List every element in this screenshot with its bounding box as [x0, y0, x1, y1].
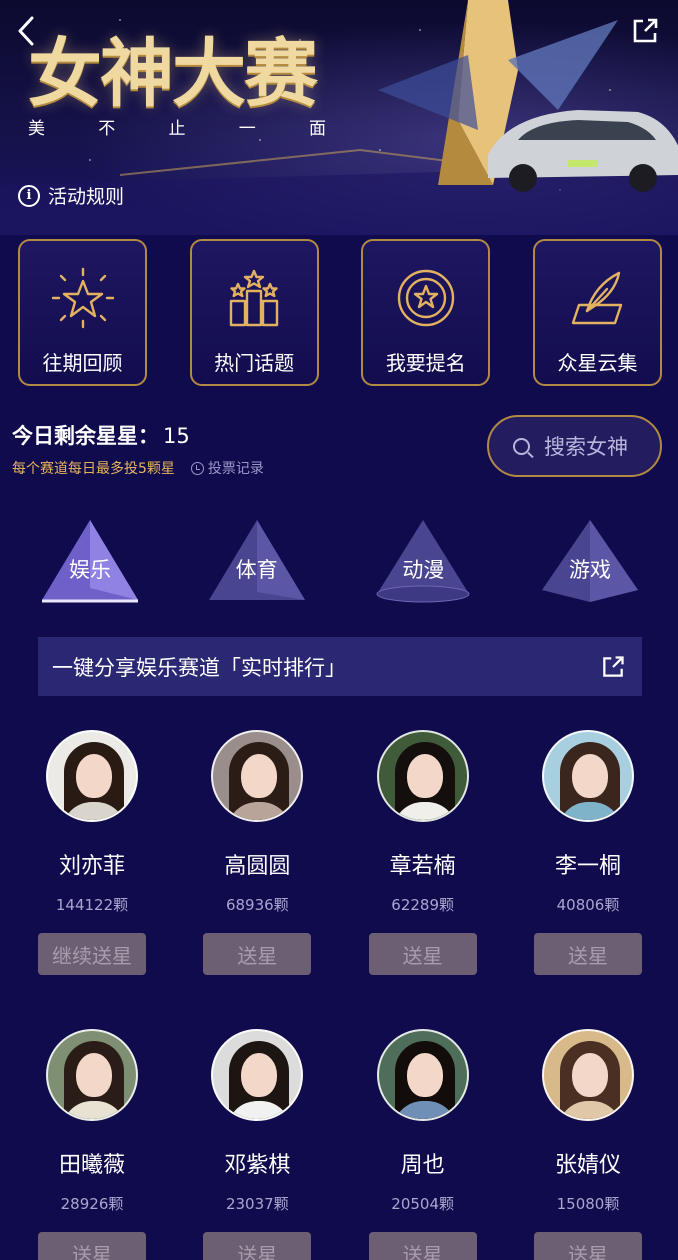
- share-external-icon[interactable]: [600, 654, 626, 680]
- send-star-button[interactable]: 送星: [38, 1232, 146, 1260]
- remaining-stars-info: 今日剩余星星： 15 每个赛道每日最多投5颗星 投票记录: [12, 420, 264, 478]
- starburst-icon: [51, 267, 114, 329]
- star-car-artwork: [378, 0, 678, 192]
- menu-item-past-review[interactable]: 往期回顾: [18, 239, 147, 386]
- search-goddess-input[interactable]: 搜索女神: [487, 415, 662, 477]
- star-count: 23037颗: [225, 1195, 289, 1213]
- activity-rules-label: 活动规则: [48, 186, 125, 208]
- avatar[interactable]: [46, 730, 138, 822]
- contestant-card: 刘亦菲 144122颗 继续送星: [38, 730, 146, 975]
- avatar[interactable]: [541, 1029, 634, 1121]
- avatar[interactable]: [46, 1029, 138, 1121]
- menu-item-label: 众星云集: [557, 351, 638, 375]
- quill-icon: [572, 271, 623, 325]
- event-title: 女神大赛: [28, 31, 318, 117]
- page: 女神大赛 美 不 止 一 面 i 活动规则 往期回顾 热门话题 我要提名 众星云…: [0, 0, 678, 1260]
- star-badge-icon: [397, 269, 455, 327]
- menu-item-label: 往期回顾: [42, 351, 123, 375]
- contestant-name: 张婧仪: [554, 1153, 621, 1178]
- tab-label: 游戏: [568, 558, 611, 582]
- star-count: 68936颗: [225, 896, 289, 914]
- contestant-card: 周也 20504颗 送星: [368, 1029, 477, 1260]
- send-star-button[interactable]: 继续送星: [38, 933, 146, 975]
- star-count: 40806颗: [556, 896, 620, 914]
- send-star-button[interactable]: 送星: [368, 933, 477, 975]
- star-count: 15080颗: [556, 1195, 620, 1213]
- category-tabs: 娱乐 体育 动漫 游戏: [40, 518, 640, 604]
- star-count: 144122颗: [55, 896, 129, 914]
- vote-record-link[interactable]: 投票记录: [190, 458, 264, 478]
- remaining-stars-label: 今日剩余星星：: [12, 424, 159, 448]
- menu-item-nominate[interactable]: 我要提名: [361, 239, 491, 386]
- share-ranking-label: 一键分享娱乐赛道「实时排行」: [52, 655, 346, 680]
- contestant-card: 邓紫棋 23037颗 送星: [203, 1029, 312, 1260]
- search-placeholder: 搜索女神: [544, 435, 628, 459]
- vote-rule-note: 每个赛道每日最多投5颗星: [12, 461, 175, 477]
- contestant-name: 高圆圆: [224, 854, 291, 879]
- tab-sports[interactable]: 体育: [207, 518, 307, 604]
- avatar[interactable]: [376, 1029, 469, 1121]
- contestant-name: 邓紫棋: [224, 1153, 291, 1178]
- tab-label: 娱乐: [69, 558, 111, 582]
- clock-icon: [190, 461, 204, 475]
- remaining-stars-line: 今日剩余星星： 15: [12, 420, 264, 450]
- avatar[interactable]: [211, 1029, 304, 1121]
- tab-games[interactable]: 游戏: [540, 518, 640, 604]
- send-star-button[interactable]: 送星: [203, 933, 312, 975]
- menu-item-hot-topics[interactable]: 热门话题: [189, 239, 319, 386]
- send-star-button[interactable]: 送星: [533, 933, 642, 975]
- car-illustration: [488, 110, 678, 192]
- menu-item-star-gathering[interactable]: 众星云集: [532, 239, 662, 386]
- remaining-stars-count: 15: [163, 424, 190, 448]
- share-external-icon[interactable]: [630, 16, 660, 46]
- send-star-button[interactable]: 送星: [533, 1232, 642, 1260]
- vote-rule-line: 每个赛道每日最多投5颗星 投票记录: [12, 458, 264, 478]
- contestant-name: 周也: [400, 1153, 445, 1178]
- event-subtitle: 美 不 止 一 面: [28, 119, 328, 139]
- activity-rules-link[interactable]: i 活动规则: [18, 182, 124, 209]
- tab-anime[interactable]: 动漫: [373, 518, 473, 604]
- contestant-card: 李一桐 40806颗 送星: [533, 730, 642, 975]
- contestant-grid: 刘亦菲 144122颗 继续送星 高圆圆 68936颗 送星 章若楠 62289…: [38, 730, 642, 1260]
- contestant-card: 章若楠 62289颗 送星: [368, 730, 477, 975]
- share-ranking-bar[interactable]: 一键分享娱乐赛道「实时排行」: [38, 637, 642, 696]
- podium-stars-icon: [229, 269, 279, 327]
- menu-item-label: 我要提名: [385, 351, 466, 375]
- search-icon: [513, 437, 530, 455]
- contestant-name: 章若楠: [389, 854, 456, 879]
- contestant-name: 李一桐: [554, 854, 621, 879]
- star-count: 62289颗: [391, 896, 455, 914]
- star-count: 20504颗: [391, 1195, 455, 1213]
- info-icon: i: [18, 184, 40, 207]
- tab-label: 体育: [235, 558, 278, 582]
- tab-entertainment[interactable]: 娱乐: [40, 518, 140, 604]
- menu-item-label: 热门话题: [214, 351, 295, 375]
- send-star-button[interactable]: 送星: [203, 1232, 312, 1260]
- quick-menu: 往期回顾 热门话题 我要提名 众星云集: [18, 239, 662, 386]
- contestant-card: 田曦薇 28926颗 送星: [38, 1029, 146, 1260]
- star-count: 28926颗: [60, 1195, 124, 1213]
- avatar[interactable]: [376, 730, 469, 822]
- vote-record-label: 投票记录: [207, 461, 264, 477]
- tab-label: 动漫: [402, 558, 445, 582]
- avatar[interactable]: [541, 730, 634, 822]
- contestant-name: 刘亦菲: [58, 854, 125, 879]
- send-star-button[interactable]: 送星: [368, 1232, 477, 1260]
- hero-banner: 女神大赛 美 不 止 一 面 i 活动规则: [0, 0, 678, 235]
- avatar[interactable]: [211, 730, 304, 822]
- contestant-card: 张婧仪 15080颗 送星: [533, 1029, 642, 1260]
- contestant-card: 高圆圆 68936颗 送星: [203, 730, 312, 975]
- contestant-name: 田曦薇: [58, 1153, 125, 1178]
